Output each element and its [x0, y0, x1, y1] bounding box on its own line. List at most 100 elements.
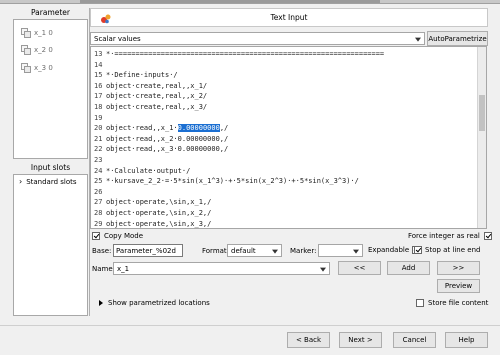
editor-line[interactable]: 15 *·Define·inputs·/	[94, 70, 178, 80]
editor-line[interactable]: 20 object·read,,x_1·0.00000000,/	[94, 123, 228, 133]
scalar-values-select[interactable]: Scalar values	[90, 32, 425, 45]
previous-button[interactable]: <<	[338, 261, 381, 275]
back-button[interactable]: < Back	[287, 332, 330, 348]
expand-triangle-icon[interactable]	[99, 300, 103, 306]
dialog-title: Text Input	[270, 13, 308, 22]
line-text: *·======================================…	[106, 50, 385, 58]
line-text: *·Define·inputs·/	[106, 71, 178, 80]
editor-line[interactable]: 27 object·operate,\sin,x_1,/	[94, 197, 211, 207]
line-text: object·read,,x_1·	[106, 124, 178, 133]
preview-button[interactable]: Preview	[437, 279, 480, 293]
store-file-toggle[interactable]: Store file content	[416, 299, 488, 307]
parameter-list[interactable]: x_1 0 x_2 0 x_3 0	[13, 19, 88, 159]
line-text: ,/	[219, 124, 229, 133]
line-number: 20	[94, 124, 103, 133]
line-text: object·read,,x_2·0.00000000,/	[106, 134, 229, 143]
base-input[interactable]: Parameter_%02d	[113, 244, 183, 257]
marker-select[interactable]	[318, 244, 363, 257]
stop-line-end-label: Stop at line end	[425, 246, 481, 254]
line-text: object·create,real,,x_2/	[106, 92, 208, 101]
line-number: 14	[94, 60, 103, 69]
editor-line[interactable]: 23	[94, 155, 106, 165]
parameter-icon	[21, 45, 31, 55]
chevron-right-icon[interactable]: ›	[19, 178, 22, 186]
parameter-label: x_1 0	[34, 29, 53, 37]
force-integer-checkbox[interactable]	[483, 232, 492, 240]
base-label: Base:	[92, 247, 112, 255]
stop-line-end-checkbox[interactable]	[414, 246, 422, 254]
line-text: object·create,real,,x_1/	[106, 81, 208, 90]
expandable-toggle[interactable]: Expandable	[368, 246, 421, 254]
line-number: 24	[94, 166, 103, 175]
format-select[interactable]: default	[227, 244, 282, 257]
stop-line-end-toggle[interactable]: Stop at line end	[414, 246, 480, 254]
chevron-down-icon	[353, 249, 359, 254]
add-button[interactable]: Add	[387, 261, 430, 275]
format-label: Format:	[202, 247, 230, 255]
line-text: object·operate,\sin,x_3,/	[106, 219, 212, 228]
force-integer-label: Force integer as real	[408, 232, 480, 240]
editor-line[interactable]: 17 object·create,real,,x_2/	[94, 91, 207, 101]
chevron-down-icon	[320, 267, 326, 272]
show-locations-label: Show parametrized locations	[108, 299, 210, 307]
parameter-label: x_3 0	[34, 64, 53, 72]
line-number: 17	[94, 92, 103, 101]
editor-line[interactable]: 14	[94, 60, 106, 70]
line-number: 13	[94, 50, 103, 58]
parameter-item-x2[interactable]: x_2 0	[21, 45, 53, 55]
line-number: 16	[94, 81, 103, 90]
editor-line[interactable]: 22 object·read,,x_3·0.00000000,/	[94, 144, 228, 154]
editor-line[interactable]: 19	[94, 113, 106, 123]
line-text: object·create,real,,x_3/	[106, 103, 208, 111]
line-number: 25	[94, 177, 103, 186]
dialog-header: Text Input	[90, 8, 488, 27]
editor-line[interactable]: 16 object·create,real,,x_1/	[94, 81, 207, 91]
autoparametrize-button[interactable]: AutoParametrize	[427, 31, 488, 46]
line-number: 26	[94, 187, 103, 196]
copy-mode-checkbox[interactable]	[92, 232, 100, 240]
parameter-item-x1[interactable]: x_1 0	[21, 28, 53, 38]
editor-line[interactable]: 26	[94, 187, 106, 197]
cancel-button[interactable]: Cancel	[393, 332, 436, 348]
scrollbar-thumb[interactable]	[479, 95, 485, 131]
next-occurrence-button[interactable]: >>	[437, 261, 480, 275]
show-locations-expander[interactable]: Show parametrized locations	[99, 299, 210, 307]
line-text: object·operate,\sin,x_1,/	[106, 198, 212, 207]
editor-line[interactable]: 13 *·====================================…	[94, 49, 384, 59]
force-integer-toggle[interactable]: Force integer as real	[408, 232, 492, 240]
editor-line[interactable]: 29 object·operate,\sin,x_3,/	[94, 219, 212, 228]
line-number: 18	[94, 103, 103, 111]
line-number: 15	[94, 71, 103, 80]
tree-item-standard-slots[interactable]: › Standard slots	[19, 178, 77, 187]
input-slots-title: Input slots	[30, 163, 71, 172]
line-number: 27	[94, 198, 103, 207]
line-number: 23	[94, 156, 103, 164]
editor-scrollbar[interactable]	[477, 47, 486, 228]
editor-line[interactable]: 21 object·read,,x_2·0.00000000,/	[94, 134, 228, 144]
line-number: 28	[94, 209, 103, 217]
line-text: object·read,,x_3·0.00000000,/	[106, 145, 229, 154]
chevron-down-icon	[272, 249, 278, 254]
editor-line[interactable]: 28 object·operate,\sin,x_2,/	[94, 208, 211, 218]
parameter-icon	[21, 28, 31, 38]
line-number: 29	[94, 219, 103, 228]
tree-item-label: Standard slots	[26, 178, 77, 186]
marker-label: Marker:	[290, 247, 317, 255]
editor-line[interactable]: 25 *·kursave_2_2·=·5*sin(x_1^3)·+·5*sin(x…	[94, 176, 359, 186]
parameter-icon	[21, 63, 31, 73]
store-file-checkbox[interactable]	[416, 299, 424, 307]
copy-mode-toggle[interactable]: Copy Mode	[92, 232, 143, 240]
chevron-down-icon	[415, 37, 421, 42]
selected-value[interactable]: 0.00000000	[177, 124, 220, 133]
editor-line[interactable]: 24 *·Calculate·output·/	[94, 166, 190, 176]
text-editor[interactable]: 29 object·operate,\sin,x_3,/28 object·oper…	[90, 46, 487, 229]
parameter-title: Parameter	[30, 8, 71, 17]
parameter-item-x3[interactable]: x_3 0	[21, 63, 53, 73]
editor-line[interactable]: 18 object·create,real,,x_3/	[94, 102, 207, 112]
line-number: 22	[94, 145, 103, 154]
name-select[interactable]: x_1	[113, 262, 330, 275]
top-scroll-strip[interactable]	[0, 0, 500, 4]
input-slots-tree[interactable]: › Standard slots	[13, 174, 88, 316]
next-button[interactable]: Next >	[339, 332, 382, 348]
help-button[interactable]: Help	[445, 332, 488, 348]
